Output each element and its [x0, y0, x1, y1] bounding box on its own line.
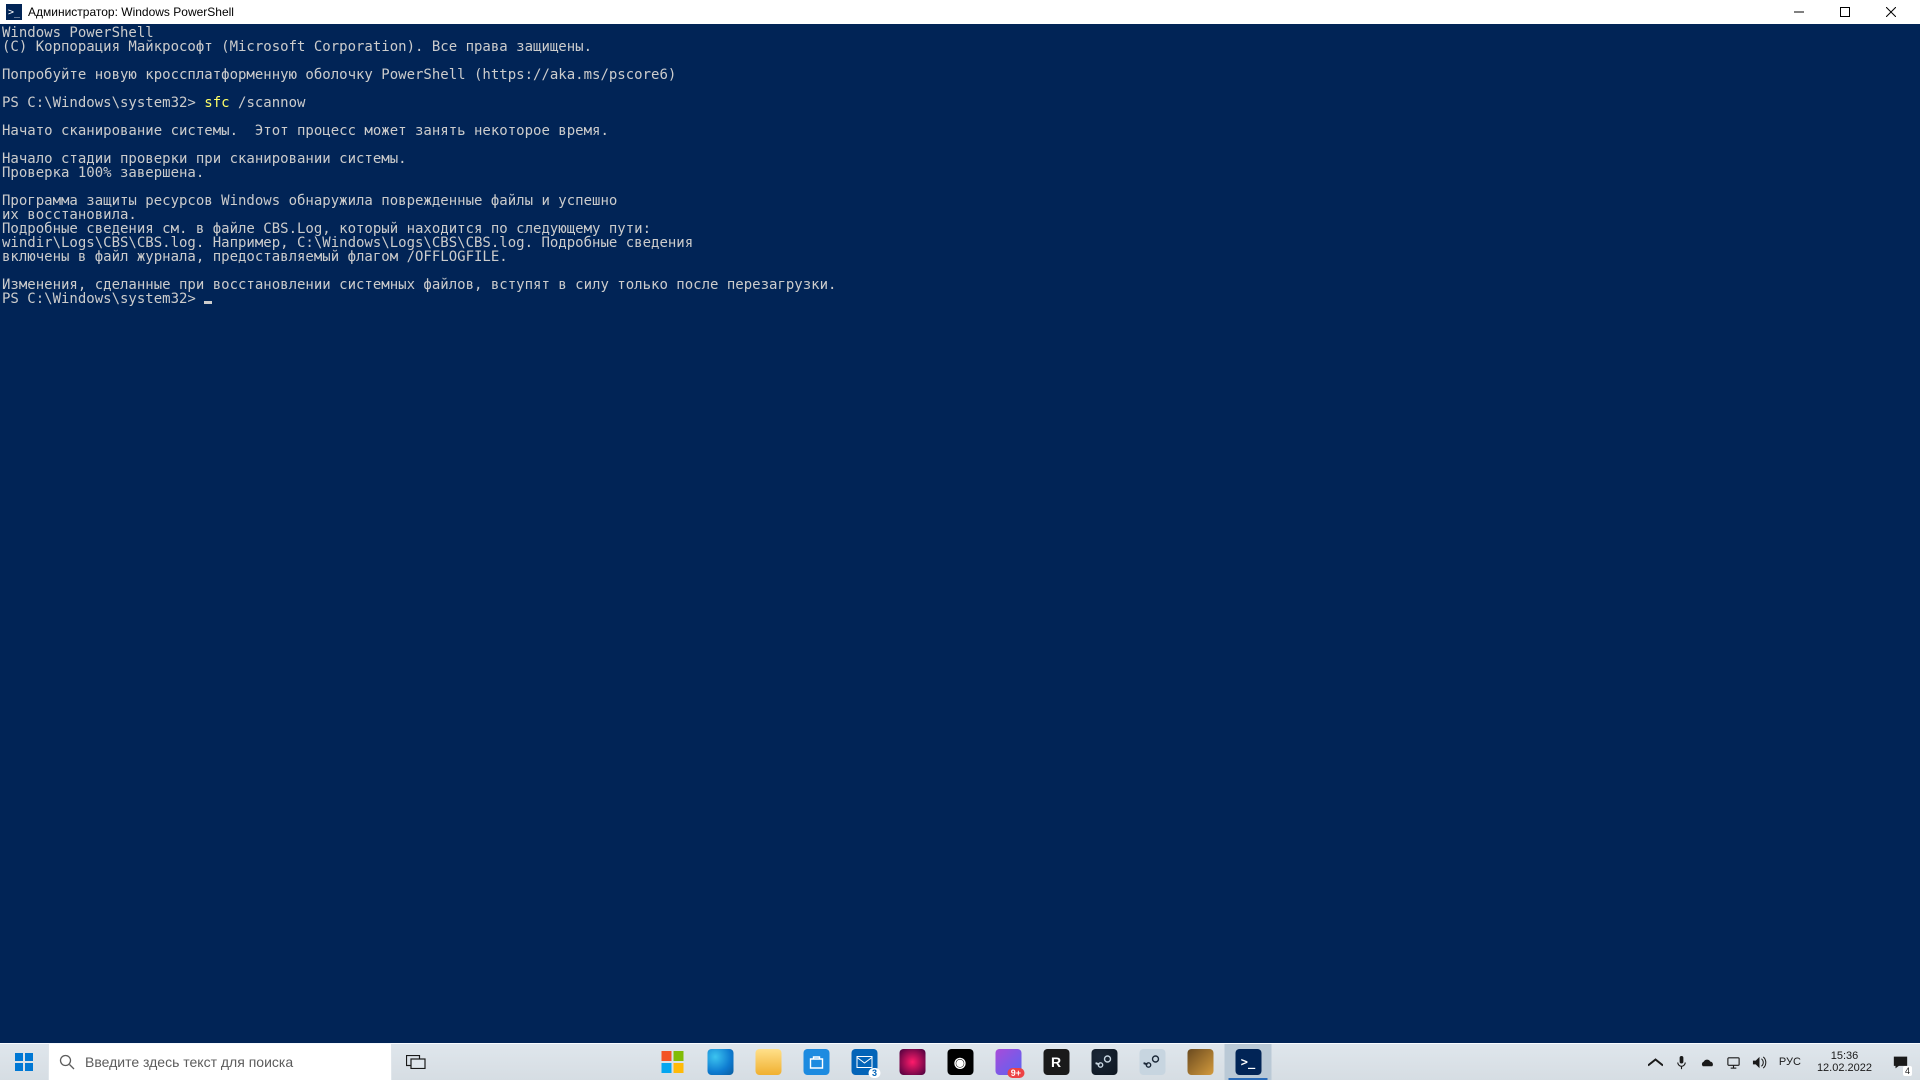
tray-language[interactable]: РУС	[1777, 1057, 1803, 1068]
taskbar-app-discord[interactable]: 9+	[985, 1044, 1032, 1080]
close-button[interactable]	[1868, 0, 1914, 24]
tray-microphone-icon[interactable]	[1673, 1055, 1691, 1070]
windows-start-icon	[659, 1049, 685, 1075]
tray-onedrive-icon[interactable]	[1699, 1055, 1717, 1070]
taskbar-pinned-apps: 3 ◉ 9+ R	[649, 1044, 1272, 1080]
maximize-button[interactable]	[1822, 0, 1868, 24]
tray-time: 15:36	[1817, 1050, 1872, 1062]
edge-icon	[707, 1049, 733, 1075]
chevron-up-icon	[1648, 1055, 1663, 1070]
taskbar-app-windows[interactable]	[649, 1044, 696, 1080]
powershell-icon: >_	[6, 4, 22, 20]
console-output[interactable]: Windows PowerShell (C) Корпорация Майкро…	[0, 24, 1920, 308]
powershell-taskbar-icon: >_	[1235, 1049, 1261, 1075]
start-button[interactable]	[0, 1044, 48, 1080]
taskbar-app-store[interactable]	[793, 1044, 840, 1080]
taskbar-app-steam-alt[interactable]	[1129, 1044, 1176, 1080]
tray-overflow-button[interactable]	[1647, 1055, 1665, 1070]
rockstar-icon: R	[1043, 1049, 1069, 1075]
taskbar-app-steam[interactable]	[1081, 1044, 1128, 1080]
search-placeholder: Введите здесь текст для поиска	[85, 1054, 293, 1070]
tray-volume-icon[interactable]	[1751, 1055, 1769, 1070]
search-icon	[59, 1054, 75, 1070]
mail-badge: 3	[869, 1068, 880, 1078]
discord-badge: 9+	[1008, 1068, 1024, 1078]
tray-clock[interactable]: 15:36 12.02.2022	[1811, 1050, 1878, 1074]
taskbar-app-mail[interactable]: 3	[841, 1044, 888, 1080]
nvidia-icon: ◉	[947, 1049, 973, 1075]
tray-date: 12.02.2022	[1817, 1062, 1872, 1074]
folder-icon	[755, 1049, 781, 1075]
tray-network-icon[interactable]	[1725, 1055, 1743, 1070]
tray-notifications-button[interactable]: 4	[1886, 1044, 1914, 1080]
opera-icon	[899, 1049, 925, 1075]
taskbar-app-rockstar[interactable]: R	[1033, 1044, 1080, 1080]
csgo-icon	[1187, 1049, 1213, 1075]
taskbar-app-edge[interactable]	[697, 1044, 744, 1080]
taskbar-app-powershell[interactable]: >_	[1225, 1044, 1272, 1080]
taskbar-app-opera[interactable]	[889, 1044, 936, 1080]
system-tray: РУС 15:36 12.02.2022 4	[1641, 1044, 1920, 1080]
steam-alt-icon	[1139, 1049, 1165, 1075]
taskbar-app-explorer[interactable]	[745, 1044, 792, 1080]
minimize-button[interactable]	[1776, 0, 1822, 24]
task-view-icon	[406, 1055, 426, 1069]
taskbar: Введите здесь текст для поиска 3	[0, 1043, 1920, 1080]
store-icon	[803, 1049, 829, 1075]
steam-icon	[1091, 1049, 1117, 1075]
taskbar-app-csgo[interactable]	[1177, 1044, 1224, 1080]
discord-icon: 9+	[995, 1049, 1021, 1075]
search-input[interactable]: Введите здесь текст для поиска	[48, 1044, 392, 1080]
powershell-window: >_ Администратор: Windows PowerShell Win…	[0, 0, 1920, 1043]
task-view-button[interactable]	[392, 1044, 440, 1080]
taskbar-app-nvidia[interactable]: ◉	[937, 1044, 984, 1080]
notification-count: 4	[1903, 1066, 1912, 1076]
window-title: Администратор: Windows PowerShell	[28, 5, 234, 19]
titlebar[interactable]: >_ Администратор: Windows PowerShell	[0, 0, 1920, 24]
windows-logo-icon	[15, 1053, 33, 1071]
mail-icon: 3	[851, 1049, 877, 1075]
